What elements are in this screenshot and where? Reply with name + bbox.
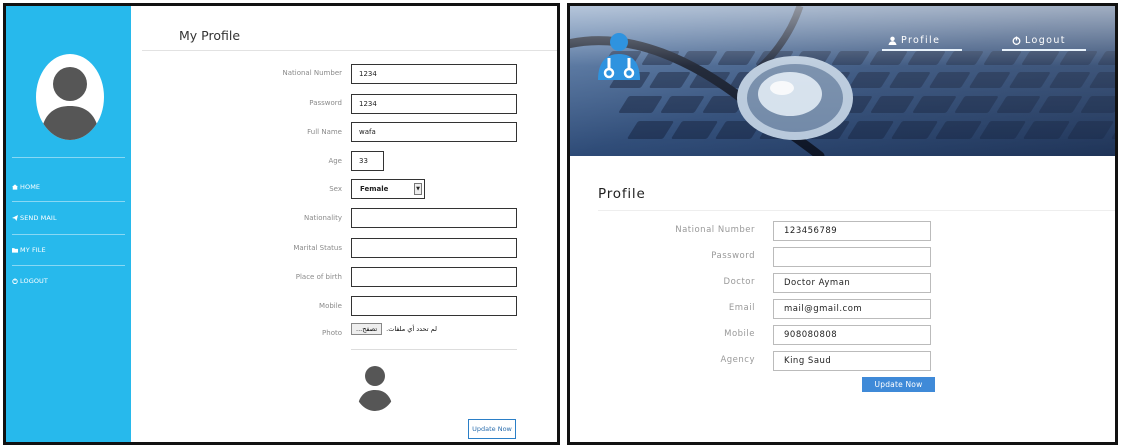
mobile-input[interactable]: 908080808: [773, 325, 931, 345]
sex-select[interactable]: Female ▼: [351, 179, 425, 199]
hero-banner: Profile Logout: [570, 6, 1115, 156]
password-input[interactable]: 1234: [351, 94, 517, 114]
marital-status-input[interactable]: [351, 238, 517, 258]
label-sex: Sex: [329, 185, 342, 193]
chevron-down-icon[interactable]: ▼: [414, 183, 422, 195]
label-password: Password: [711, 251, 755, 261]
label-place-of-birth: Place of birth: [295, 273, 342, 281]
nav-label-send-mail: SEND MAIL: [20, 214, 57, 222]
nav-item-logout[interactable]: LOGOUT: [12, 277, 48, 285]
photo-divider: [351, 349, 517, 350]
photo-preview-avatar: [354, 359, 396, 411]
nav-divider: [12, 201, 125, 202]
title-divider: [598, 210, 1115, 211]
page-title: Profile: [598, 186, 646, 202]
nationality-input[interactable]: [351, 208, 517, 228]
nav-link-profile[interactable]: Profile: [888, 35, 940, 46]
nav-divider: [12, 265, 125, 266]
folder-icon: [12, 248, 18, 253]
photo-file-input[interactable]: لم تحدد أي ملفات. تصفح...: [351, 323, 437, 335]
browse-button[interactable]: تصفح...: [351, 323, 383, 335]
agency-input[interactable]: King Saud: [773, 351, 931, 371]
password-input[interactable]: [773, 247, 931, 267]
no-file-text: لم تحدد أي ملفات.: [386, 325, 437, 333]
update-now-button[interactable]: Update Now: [862, 377, 935, 392]
label-national-number: National Number: [675, 225, 755, 235]
nav-label-my-file: MY FILE: [20, 246, 46, 254]
user-icon: [888, 36, 897, 45]
nav-link-logout[interactable]: Logout: [1012, 35, 1066, 46]
left-profile-screen: HOME SEND MAIL MY FILE LOGOUT My Profile…: [3, 3, 560, 445]
full-name-input[interactable]: wafa: [351, 122, 517, 142]
label-photo: Photo: [322, 329, 342, 337]
power-icon: [12, 278, 18, 284]
nav-underline: [1002, 49, 1086, 51]
email-input[interactable]: mail@gmail.com: [773, 299, 931, 319]
mobile-input[interactable]: [351, 296, 517, 316]
label-mobile: Mobile: [319, 302, 342, 310]
label-password: Password: [309, 99, 342, 107]
label-full-name: Full Name: [307, 128, 342, 136]
nav-item-send-mail[interactable]: SEND MAIL: [12, 214, 57, 222]
national-number-input[interactable]: 1234: [351, 64, 517, 84]
label-age: Age: [328, 157, 342, 165]
sex-select-value: Female: [360, 185, 389, 193]
label-national-number: National Number: [282, 69, 342, 77]
title-divider: [142, 50, 557, 51]
label-agency: Agency: [720, 355, 755, 365]
sidebar: HOME SEND MAIL MY FILE LOGOUT: [6, 6, 131, 442]
label-marital-status: Marital Status: [293, 244, 342, 252]
label-doctor: Doctor: [723, 277, 755, 287]
right-profile-screen: Profile Logout Profile National Number 1…: [567, 3, 1118, 445]
page-title: My Profile: [179, 28, 241, 43]
nav-divider: [12, 157, 125, 158]
place-of-birth-input[interactable]: [351, 267, 517, 287]
doctor-input[interactable]: Doctor Ayman: [773, 273, 931, 293]
nav-label-home: HOME: [20, 183, 41, 191]
send-icon: [12, 215, 18, 221]
national-number-input[interactable]: 123456789: [773, 221, 931, 241]
nav-label-logout: Logout: [1025, 35, 1066, 46]
label-nationality: Nationality: [303, 214, 342, 222]
age-input[interactable]: 33: [351, 151, 384, 171]
composite-screenshot: HOME SEND MAIL MY FILE LOGOUT My Profile…: [0, 0, 1121, 448]
nav-label-logout: LOGOUT: [20, 277, 48, 285]
update-now-button[interactable]: Update Now: [468, 419, 516, 439]
nav-label-profile: Profile: [901, 35, 941, 46]
avatar: [36, 54, 104, 140]
power-icon: [1012, 36, 1021, 45]
label-email: Email: [728, 303, 755, 313]
nav-item-my-file[interactable]: MY FILE: [12, 246, 46, 254]
nav-underline: [882, 49, 962, 51]
doctor-logo-icon: [598, 33, 640, 80]
nav-divider: [12, 234, 125, 235]
home-icon: [12, 184, 18, 190]
label-mobile: Mobile: [724, 329, 755, 339]
nav-item-home[interactable]: HOME: [12, 183, 40, 191]
hero-keyboard-stethoscope-image: [570, 6, 1115, 156]
